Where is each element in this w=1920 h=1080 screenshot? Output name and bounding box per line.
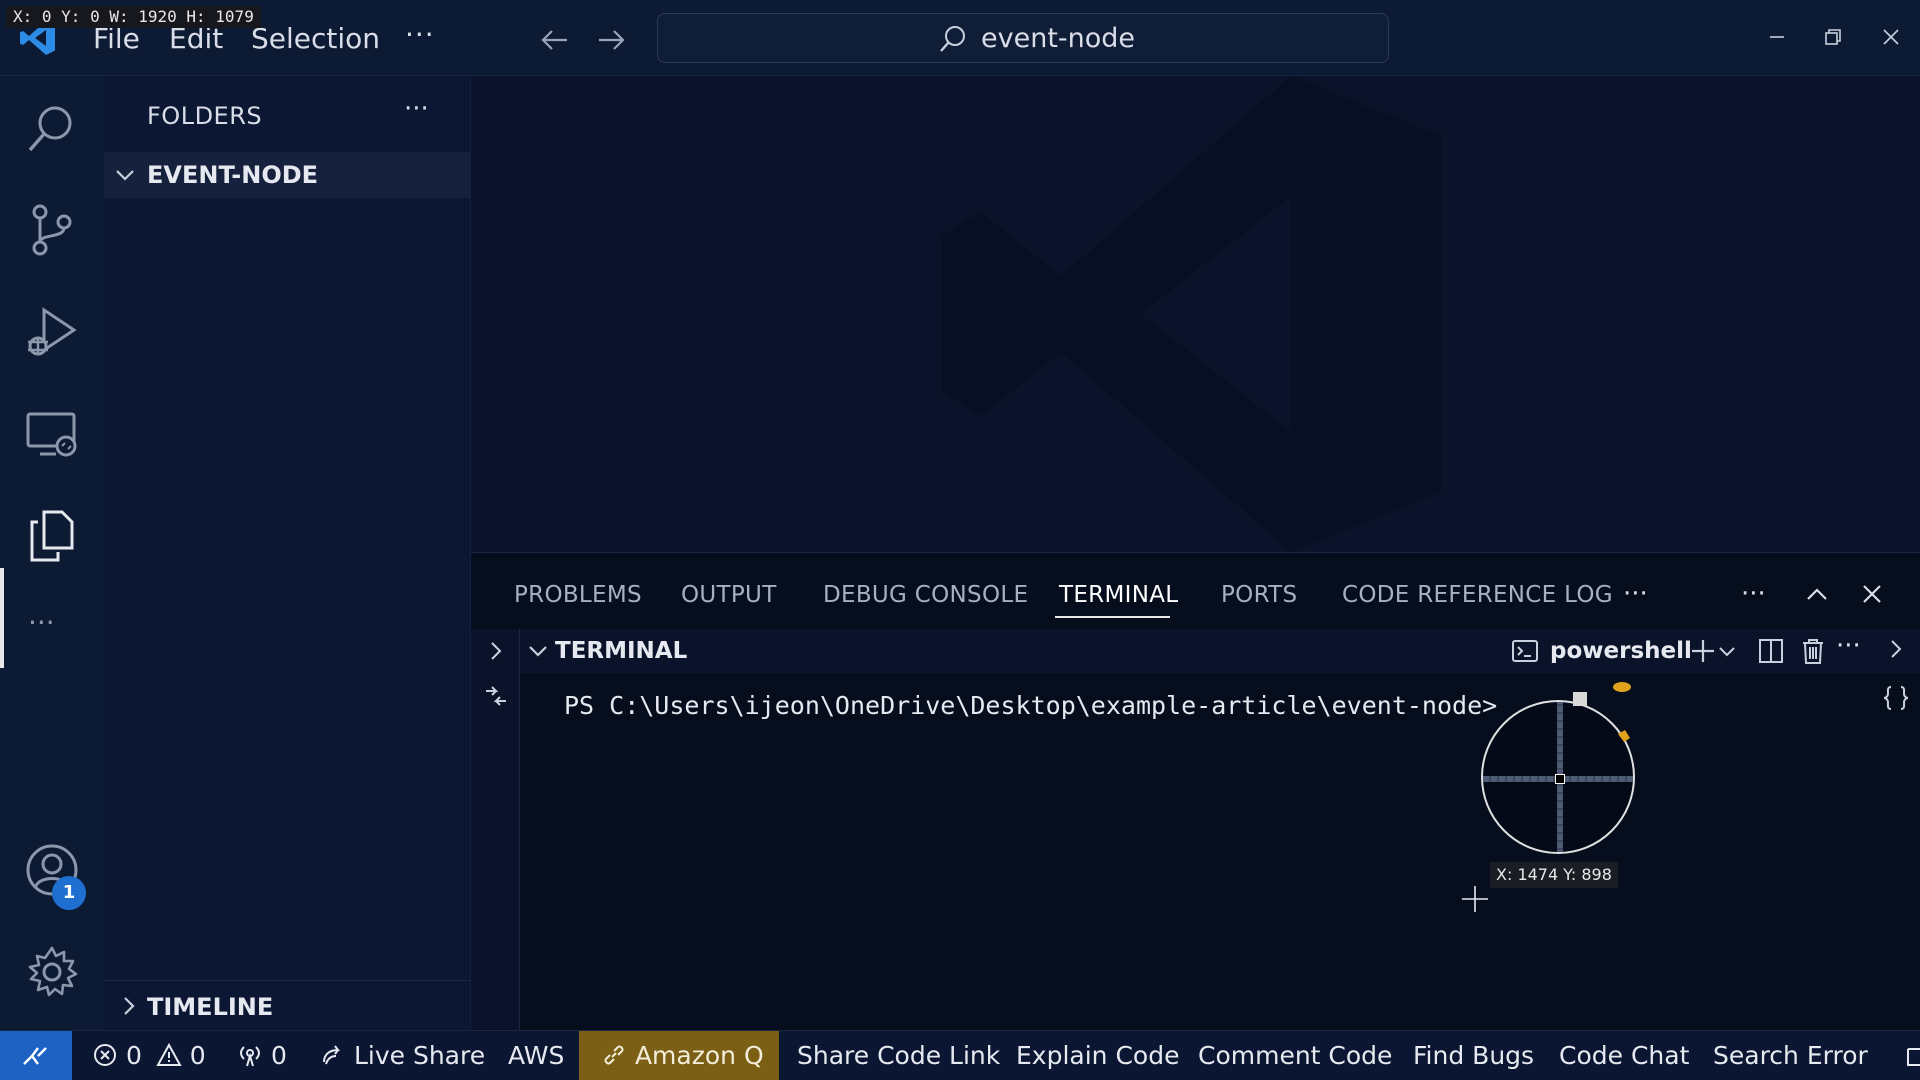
settings-icon[interactable]	[22, 942, 82, 1002]
tab-problems[interactable]: PROBLEMS	[514, 582, 642, 608]
split-terminal-icon[interactable]	[1756, 636, 1786, 666]
terminal-more-button[interactable]: ···	[1836, 631, 1861, 661]
timeline-label: TIMELINE	[147, 993, 274, 1021]
tab-debug-console[interactable]: DEBUG CONSOLE	[823, 582, 1028, 608]
sidebar-more-button[interactable]: ···	[404, 94, 429, 124]
chevron-down-icon	[116, 170, 134, 181]
aws-button[interactable]: AWS	[508, 1041, 564, 1071]
run-debug-icon[interactable]	[22, 302, 82, 362]
active-tab-underline	[1055, 616, 1170, 618]
remote-indicator-button[interactable]	[0, 1031, 72, 1080]
folder-label: EVENT-NODE	[147, 161, 319, 189]
problems-status[interactable]: 0 0	[92, 1041, 206, 1071]
restore-icon[interactable]	[1816, 20, 1850, 54]
search-error-button[interactable]: Search Error	[1713, 1041, 1868, 1071]
explorer-icon[interactable]	[22, 506, 82, 566]
chevron-right-icon	[124, 997, 135, 1015]
chevron-down-icon[interactable]	[1716, 636, 1738, 666]
coordinate-readout: X: 0 Y: 0 W: 1920 H: 1079	[6, 6, 261, 28]
warning-count: 0	[189, 1041, 206, 1070]
warning-icon	[156, 1042, 182, 1066]
status-bar: 0 0 0 Live Share AWS Amazon Q Share Code…	[0, 1030, 1920, 1080]
vscode-watermark-icon	[941, 76, 1441, 552]
amazon-q-label: Amazon Q	[634, 1041, 764, 1070]
error-icon	[94, 1044, 116, 1066]
chevron-right-icon[interactable]	[483, 638, 509, 664]
timeline-section[interactable]: TIMELINE	[104, 980, 471, 1030]
ports-status[interactable]: 0	[237, 1041, 287, 1071]
accounts-badge: 1	[52, 876, 86, 910]
notifications-icon[interactable]	[1906, 1045, 1920, 1069]
back-arrow-icon[interactable]	[537, 22, 573, 58]
explain-code-button[interactable]: Explain Code	[1016, 1041, 1179, 1071]
magnifier-coordinate-label: X: 1474 Y: 898	[1490, 862, 1618, 888]
minimize-icon[interactable]	[1760, 20, 1794, 54]
terminal-shell-label[interactable]: powershell	[1550, 638, 1692, 664]
sidebar-title: FOLDERS	[147, 102, 263, 130]
search-icon[interactable]	[22, 98, 82, 158]
terminal-link-icon[interactable]	[483, 683, 509, 709]
code-chat-button[interactable]: Code Chat	[1559, 1041, 1689, 1071]
chevron-right-icon[interactable]	[1883, 636, 1909, 662]
magnifier-center	[1555, 774, 1565, 784]
command-center-label: event-node	[981, 23, 1136, 54]
terminal-prompt-line[interactable]: PS C:\Users\ijeon\OneDrive\Desktop\examp…	[564, 691, 1546, 720]
terminal-left-gutter	[471, 629, 520, 1031]
menu-selection[interactable]: Selection	[251, 22, 380, 55]
tab-terminal[interactable]: TERMINAL	[1059, 582, 1178, 608]
trash-icon[interactable]	[1798, 636, 1828, 666]
terminal-shell-icon	[1512, 640, 1538, 662]
ports-count: 0	[270, 1041, 287, 1070]
find-bugs-button[interactable]: Find Bugs	[1413, 1041, 1534, 1071]
close-panel-icon[interactable]	[1857, 579, 1887, 609]
orange-marker-icon	[1613, 682, 1631, 692]
search-icon	[940, 26, 965, 52]
live-share-label: Live Share	[353, 1041, 486, 1070]
explorer-sidebar: FOLDERS ··· EVENT-NODE TIMELINE	[104, 76, 471, 1030]
command-center-search[interactable]: event-node	[657, 13, 1389, 63]
tab-code-reference-log[interactable]: CODE REFERENCE LOG	[1342, 582, 1613, 608]
bottom-panel: PROBLEMS OUTPUT DEBUG CONSOLE TERMINAL P…	[471, 552, 1920, 1031]
magnifier-overlay	[1481, 700, 1635, 854]
error-count: 0	[125, 1041, 142, 1070]
comment-code-button[interactable]: Comment Code	[1198, 1041, 1392, 1071]
title-bar: File Edit Selection ··· event-node	[0, 0, 1920, 76]
new-terminal-icon[interactable]	[1688, 636, 1718, 666]
share-code-link-button[interactable]: Share Code Link	[797, 1041, 1000, 1071]
orange-marker-icon	[1618, 730, 1630, 742]
magnifier-marker	[1573, 692, 1587, 706]
terminal-header: TERMINAL powershell ···	[520, 629, 1920, 673]
active-view-indicator	[0, 568, 4, 668]
source-control-icon[interactable]	[22, 200, 82, 260]
chevron-down-icon[interactable]	[526, 639, 550, 663]
panel-more-actions-button[interactable]: ···	[1741, 579, 1766, 609]
activity-bar: ··· 1	[0, 76, 104, 1030]
remote-explorer-icon[interactable]	[22, 404, 82, 464]
remote-icon	[23, 1047, 47, 1065]
amazon-q-button[interactable]: Amazon Q	[579, 1031, 779, 1080]
forward-arrow-icon[interactable]	[593, 22, 629, 58]
maximize-panel-icon[interactable]	[1802, 579, 1832, 609]
menu-more-button[interactable]: ···	[405, 18, 435, 51]
folder-event-node[interactable]: EVENT-NODE	[104, 152, 471, 198]
close-window-icon[interactable]	[1874, 20, 1908, 54]
tab-output[interactable]: OUTPUT	[681, 582, 777, 608]
braces-icon[interactable]	[1881, 683, 1911, 713]
crosshair-cursor-icon	[1462, 886, 1488, 912]
live-share-button[interactable]: Live Share	[320, 1041, 485, 1071]
panel-tabs-overflow-button[interactable]: ···	[1623, 579, 1648, 609]
broadcast-icon	[240, 1046, 260, 1067]
terminal-section-title: TERMINAL	[555, 638, 688, 664]
terminal-right-gutter	[1871, 629, 1920, 1031]
editor-area	[471, 76, 1920, 552]
link-icon	[604, 1045, 624, 1065]
live-share-icon	[323, 1045, 340, 1065]
tab-ports[interactable]: PORTS	[1221, 582, 1297, 608]
activity-more-button[interactable]: ···	[28, 606, 55, 639]
